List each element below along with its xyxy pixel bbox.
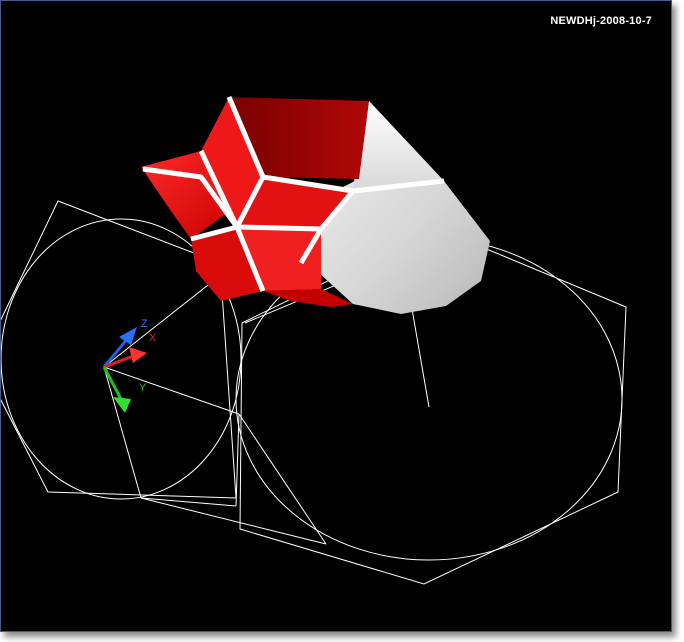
ucs-z-arrow [119,327,137,345]
ucs-z-label: Z [141,318,148,330]
wire-line[interactable] [235,413,240,507]
ucs-y-arrow [113,397,131,413]
wire-line[interactable] [103,366,142,499]
ucs-x-arrow [129,347,147,363]
ucs-icon[interactable]: Z X Y [102,318,157,413]
model-space-canvas[interactable]: Z X Y [1,1,671,631]
shaded-solid[interactable] [141,96,490,314]
drawing-viewport[interactable]: Z X Y NEWDHj-2008-10-7 [0,0,672,632]
ucs-x-label: X [149,332,157,344]
watermark-text: NEWDHj-2008-10-7 [550,15,652,27]
wire-line[interactable] [238,413,327,545]
ucs-y-label: Y [139,382,147,394]
wire-line[interactable] [140,497,327,545]
solid-red-face[interactable] [263,289,353,307]
